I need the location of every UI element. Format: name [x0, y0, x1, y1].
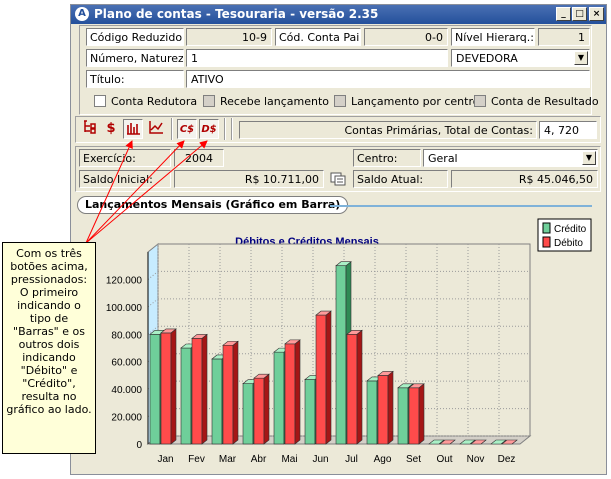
arrow-to-credit-button: [85, 140, 185, 244]
arrow-to-bar-button: [85, 140, 133, 244]
arrow-to-debit-button: [85, 140, 208, 244]
callout-note: Com os três botões acima, pressionados: …: [2, 242, 96, 454]
